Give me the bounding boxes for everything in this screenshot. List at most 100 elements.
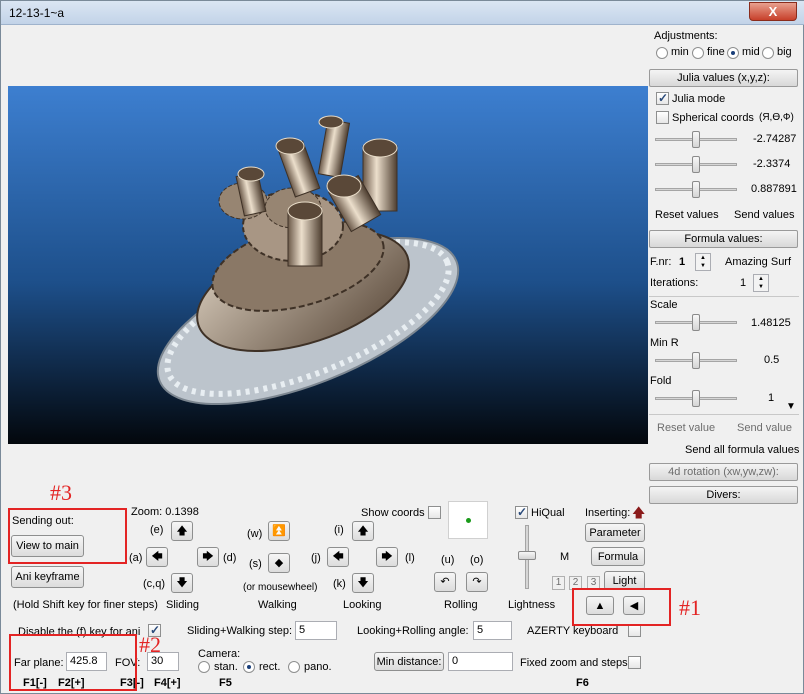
iterations-spinner[interactable]: ▲ ▼ xyxy=(753,274,769,292)
camera-pano-radio[interactable] xyxy=(288,661,300,673)
fold-label: Fold xyxy=(650,375,672,387)
adjust-fine-label: fine xyxy=(707,46,725,58)
key-i-label: (i) xyxy=(334,524,344,536)
spherical-coords-checkbox[interactable] xyxy=(656,111,669,124)
julia-x-slider-thumb[interactable] xyxy=(692,131,700,148)
annotation-label-3: #3 xyxy=(50,480,72,505)
camera-pano-label: pano. xyxy=(304,661,332,673)
render-viewport[interactable] xyxy=(8,86,648,444)
lightness-slider-thumb[interactable] xyxy=(518,551,536,560)
key-o-label: (o) xyxy=(470,554,484,566)
adjust-mid-radio[interactable] xyxy=(727,47,739,59)
look-down-button[interactable]: 🡇 xyxy=(352,573,374,593)
zoom-readout: Zoom: 0.1398 xyxy=(131,506,199,518)
looking-rolling-angle-input[interactable]: 5 xyxy=(473,621,512,640)
formula-reset-button[interactable]: Reset value xyxy=(657,422,715,434)
hiqual-checkbox[interactable] xyxy=(515,505,528,519)
min-distance-button[interactable]: Min distance: xyxy=(374,652,444,671)
look-left-button[interactable]: 🡄 xyxy=(327,547,349,567)
minr-value: 0.5 xyxy=(764,354,780,366)
walk-backward-button[interactable]: ◆ xyxy=(268,553,290,573)
insert-parameter-button[interactable]: Parameter xyxy=(585,523,645,542)
walking-label: Walking xyxy=(258,599,297,611)
adjust-min-radio[interactable] xyxy=(656,47,668,59)
coords-preview xyxy=(448,501,488,539)
annotation-box-3 xyxy=(8,508,127,564)
scroll-down-icon[interactable]: ▼ xyxy=(786,401,796,412)
app-window: 12-13-1~a X Adjustments: min fine mid bi… xyxy=(0,0,804,694)
rolling-label: Rolling xyxy=(444,599,478,611)
julia-mode-checkbox[interactable] xyxy=(656,91,669,105)
key-w-label: (w) xyxy=(247,528,263,540)
formula-number-value: 1 xyxy=(679,256,686,268)
roll-left-button[interactable]: ↶ xyxy=(434,572,456,592)
minr-label: Min R xyxy=(650,337,679,349)
divider xyxy=(649,414,799,415)
julia-x-value: -2.74287 xyxy=(753,133,797,145)
scale-value: 1.48125 xyxy=(751,317,791,329)
hiqual-label: HiQual xyxy=(531,507,565,519)
sliding-walking-step-label: Sliding+Walking step: xyxy=(187,625,293,637)
key-cq-label: (c,q) xyxy=(143,578,165,590)
slide-down-button[interactable]: 🡇 xyxy=(171,573,193,593)
sliding-walking-step-input[interactable]: 5 xyxy=(295,621,337,640)
look-up-button[interactable]: 🡅 xyxy=(352,521,374,541)
min-distance-input[interactable]: 0 xyxy=(448,652,513,671)
julia-y-value: -2.3374 xyxy=(753,158,791,170)
julia-values-header[interactable]: Julia values (x,y,z): xyxy=(649,69,798,87)
walk-forward-button[interactable]: ⏫ xyxy=(268,521,290,541)
key-u-label: (u) xyxy=(441,554,455,566)
formula-values-header[interactable]: Formula values: xyxy=(649,230,798,248)
slide-left-button[interactable]: 🡄 xyxy=(146,547,168,567)
title-bar: 12-13-1~a X xyxy=(1,1,804,25)
annotation-box-2 xyxy=(9,634,137,691)
position-dot-icon xyxy=(466,518,471,523)
send-all-formula-button[interactable]: Send all formula values xyxy=(685,444,799,456)
look-right-button[interactable]: 🡆 xyxy=(376,547,398,567)
camera-label: Camera: xyxy=(198,648,241,660)
ani-keyframe-button[interactable]: Ani keyframe xyxy=(11,566,84,588)
formula-send-button[interactable]: Send value xyxy=(737,422,792,434)
iterations-value: 1 xyxy=(740,277,747,289)
scale-slider-thumb[interactable] xyxy=(692,314,700,331)
fixed-zoom-checkbox[interactable] xyxy=(628,656,641,669)
sliding-label: Sliding xyxy=(166,599,200,611)
roll-right-button[interactable]: ↷ xyxy=(466,572,488,592)
key-j-label: (j) xyxy=(311,552,321,564)
julia-send-button[interactable]: Send values xyxy=(734,209,795,221)
azerty-label: AZERTY keyboard xyxy=(527,625,619,637)
lightness-m-label: M xyxy=(560,551,570,563)
adjust-big-radio[interactable] xyxy=(762,47,774,59)
slide-right-button[interactable]: 🡆 xyxy=(197,547,219,567)
adjust-fine-radio[interactable] xyxy=(692,47,704,59)
key-s-label: (s) xyxy=(249,558,262,570)
looking-rolling-angle-label: Looking+Rolling angle: xyxy=(357,625,469,637)
formula-number-spinner[interactable]: ▲ ▼ xyxy=(695,253,711,271)
f5-hint: F5 xyxy=(219,677,232,689)
adjust-min-label: min xyxy=(671,46,689,58)
insert-formula-button[interactable]: Formula xyxy=(591,547,645,566)
f4-hint: F4[+] xyxy=(154,677,181,689)
shift-hint: (Hold Shift key for finer steps) xyxy=(13,599,158,611)
fold-slider-thumb[interactable] xyxy=(692,390,700,407)
camera-stan-radio[interactable] xyxy=(198,661,210,673)
rotation-4d-header[interactable]: 4d rotation (xw,yw,zw): xyxy=(649,463,798,481)
camera-rect-radio[interactable] xyxy=(243,661,255,673)
adjust-mid-label: mid xyxy=(742,46,760,58)
divers-header[interactable]: Divers: xyxy=(649,486,798,504)
minr-slider-thumb[interactable] xyxy=(692,352,700,369)
julia-z-slider-thumb[interactable] xyxy=(692,181,700,198)
key-l-label: (l) xyxy=(405,552,415,564)
julia-reset-button[interactable]: Reset values xyxy=(655,209,719,221)
annotation-label-2: #2 xyxy=(139,632,161,657)
show-coords-checkbox[interactable] xyxy=(428,506,441,519)
f6-hint: F6 xyxy=(576,677,589,689)
annotation-label-1: #1 xyxy=(679,595,701,620)
scale-label: Scale xyxy=(650,299,678,311)
julia-y-slider-thumb[interactable] xyxy=(692,156,700,173)
slide-up-button[interactable]: 🡅 xyxy=(171,521,193,541)
light-1-button[interactable]: 1 xyxy=(552,576,565,590)
close-button[interactable]: X xyxy=(749,2,797,21)
camera-stan-label: stan. xyxy=(214,661,238,673)
looking-label: Looking xyxy=(343,599,382,611)
